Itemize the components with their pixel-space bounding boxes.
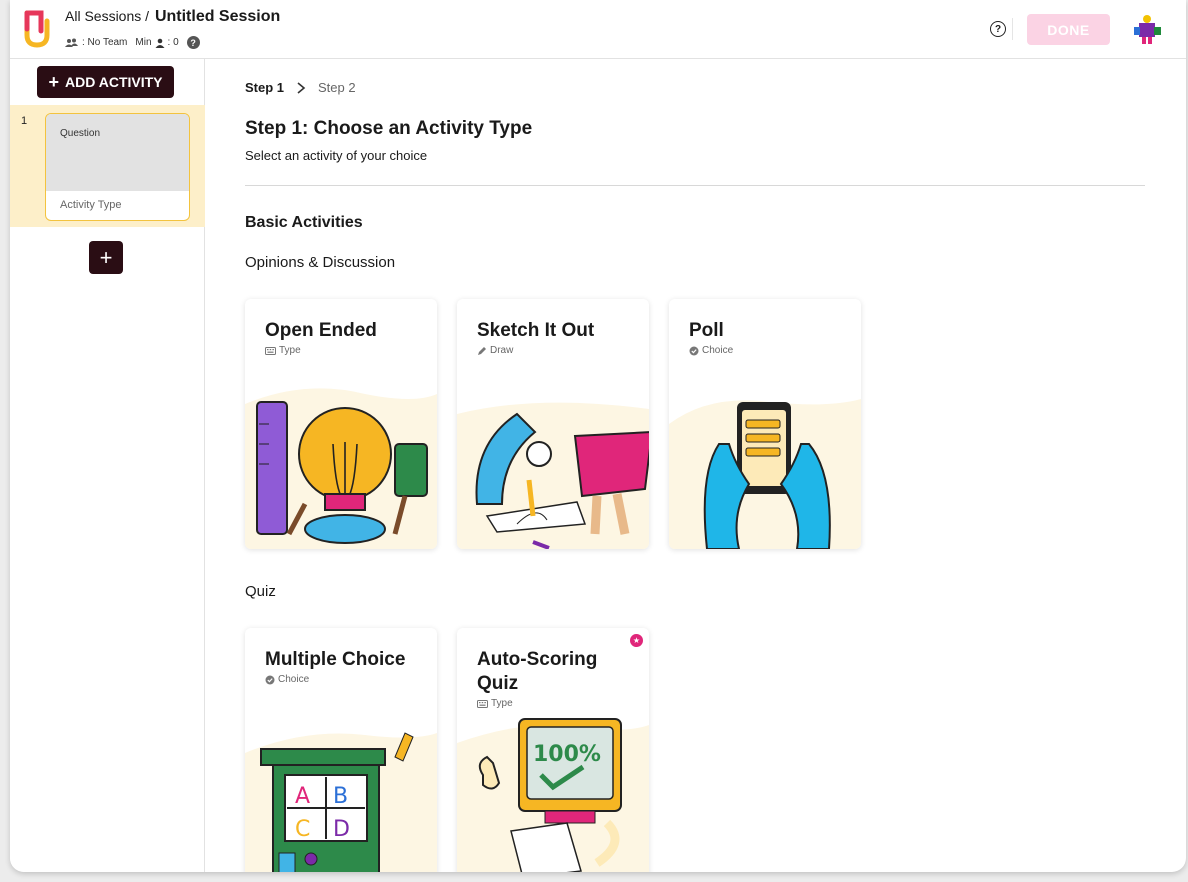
card-subtitle: Type xyxy=(265,345,301,356)
card-sketch-it-out[interactable]: Sketch It Out Draw xyxy=(457,299,649,549)
avatar-image xyxy=(1134,15,1161,44)
page-subtitle: Select an activity of your choice xyxy=(245,148,428,163)
keyboard-icon xyxy=(477,699,488,708)
section-title: Basic Activities xyxy=(245,214,363,231)
keyboard-icon xyxy=(265,346,276,355)
card-multiple-choice[interactable]: Multiple Choice Choice A B C D xyxy=(245,628,437,872)
card-title: Sketch It Out xyxy=(477,320,595,341)
meta-help-icon[interactable]: ? xyxy=(186,36,200,49)
help-icon[interactable]: ? xyxy=(990,21,1006,37)
slide-preview xyxy=(46,114,189,191)
top-header: All Sessions / Untitled Session : No Tea… xyxy=(10,0,1186,59)
poll-illustration xyxy=(669,399,861,549)
done-button[interactable]: DONE xyxy=(1027,14,1110,45)
svg-text:C: C xyxy=(295,817,310,842)
session-meta: : No Team Min : 0 ? xyxy=(65,36,200,49)
app-window: All Sessions / Untitled Session : No Tea… xyxy=(10,0,1186,872)
card-subtitle: Draw xyxy=(477,345,513,356)
slide-question-label: Question xyxy=(60,128,101,139)
check-circle-icon xyxy=(265,675,275,684)
stepper: Step 1 Step 2 xyxy=(245,80,356,95)
step-2-tab[interactable]: Step 2 xyxy=(318,80,356,95)
group-label-opinions: Opinions & Discussion xyxy=(245,254,396,271)
header-divider xyxy=(1012,18,1013,40)
card-title: Poll xyxy=(689,320,724,341)
add-activity-label: ADD ACTIVITY xyxy=(65,74,163,90)
card-title: Auto-Scoring Quiz xyxy=(477,649,598,694)
slide-number: 1 xyxy=(21,115,28,127)
card-open-ended[interactable]: Open Ended Type xyxy=(245,299,437,549)
card-title: Multiple Choice xyxy=(265,649,406,670)
step-1-tab[interactable]: Step 1 xyxy=(245,80,284,95)
pencil-icon xyxy=(478,346,486,355)
multiple-choice-illustration: A B C D xyxy=(245,732,437,872)
divider xyxy=(245,185,1145,186)
svg-text:100%: 100% xyxy=(533,742,601,767)
card-auto-scoring-quiz[interactable]: ★ Auto-Scoring Quiz Type 100% xyxy=(457,628,649,872)
session-title[interactable]: Untitled Session xyxy=(155,8,280,25)
svg-text:B: B xyxy=(333,784,348,809)
card-type-label: Choice xyxy=(702,345,734,356)
all-sessions-link[interactable]: All Sessions / xyxy=(65,8,149,24)
team-info: : No Team xyxy=(65,37,127,48)
add-slide-button[interactable]: + xyxy=(89,241,123,274)
min-info: Min : 0 xyxy=(135,37,178,48)
min-label: Min xyxy=(135,37,152,48)
main-content: Step 1 Step 2 Step 1: Choose an Activity… xyxy=(206,59,1186,872)
breadcrumb: All Sessions / Untitled Session xyxy=(65,8,280,26)
users-icon xyxy=(65,38,78,47)
avatar[interactable] xyxy=(1130,13,1164,47)
slide-thumbnail-card[interactable]: Question Activity Type xyxy=(45,113,190,221)
plus-icon: + xyxy=(48,72,60,92)
slide-type-label: Activity Type xyxy=(60,199,122,211)
card-type-label: Type xyxy=(491,698,513,709)
min-value: : 0 xyxy=(167,37,179,48)
svg-text:A: A xyxy=(295,784,310,809)
svg-text:D: D xyxy=(333,817,350,842)
logo-icon[interactable] xyxy=(21,9,53,49)
team-label: : No Team xyxy=(82,37,128,48)
card-title: Open Ended xyxy=(265,320,377,341)
card-type-label: Draw xyxy=(490,345,514,356)
card-type-label: Choice xyxy=(278,674,310,685)
card-subtitle: Type xyxy=(477,698,513,709)
slide-list-item[interactable]: 1 Question Activity Type xyxy=(10,105,205,227)
card-type-label: Type xyxy=(279,345,301,356)
sketch-illustration xyxy=(457,402,649,549)
star-badge-icon: ★ xyxy=(630,634,643,647)
auto-scoring-illustration: 100% xyxy=(457,718,649,872)
chevron-right-icon xyxy=(297,81,306,94)
open-ended-illustration xyxy=(245,388,437,549)
card-subtitle: Choice xyxy=(689,345,733,356)
add-activity-button[interactable]: + ADD ACTIVITY xyxy=(37,66,174,98)
card-poll[interactable]: Poll Choice xyxy=(669,299,861,549)
page-title: Step 1: Choose an Activity Type xyxy=(245,118,533,139)
group-label-quiz: Quiz xyxy=(245,583,276,600)
check-circle-icon xyxy=(689,346,699,355)
user-icon xyxy=(155,38,165,48)
sidebar: + ADD ACTIVITY 1 Question Activity Type … xyxy=(10,59,205,872)
card-subtitle: Choice xyxy=(265,674,309,685)
